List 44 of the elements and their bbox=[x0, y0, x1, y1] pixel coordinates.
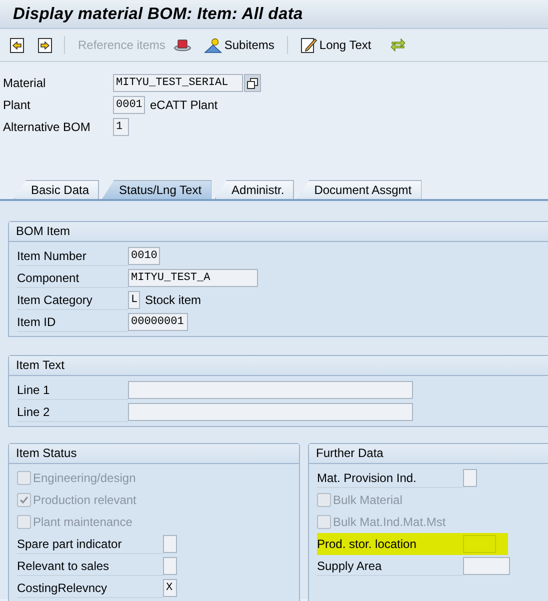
input-field[interactable]: 1 bbox=[113, 118, 129, 136]
input-field[interactable]: L bbox=[128, 291, 140, 309]
field-description: eCATT Plant bbox=[150, 98, 218, 112]
input-field[interactable] bbox=[463, 557, 510, 575]
hat-icon[interactable] bbox=[174, 39, 192, 51]
input-field[interactable] bbox=[128, 381, 413, 399]
input-field[interactable] bbox=[463, 469, 477, 487]
input-field[interactable]: 0010 bbox=[128, 247, 160, 265]
switch-arrows-icon[interactable] bbox=[390, 38, 406, 52]
field-description: Stock item bbox=[145, 293, 202, 307]
input-field[interactable]: MITYU_TEST_SERIAL bbox=[113, 74, 243, 92]
input-field[interactable]: 00000001 bbox=[128, 313, 188, 331]
input-field[interactable]: MITYU_TEST_A bbox=[128, 269, 258, 287]
checkbox-label: Plant maintenance bbox=[33, 514, 132, 530]
tab[interactable]: Document Assgmt bbox=[297, 180, 422, 199]
input-field[interactable]: 0001 bbox=[113, 96, 145, 114]
tab[interactable]: Status/Lng Text bbox=[102, 180, 212, 199]
input-field[interactable] bbox=[163, 557, 177, 575]
toolbar-button[interactable]: Long Text bbox=[300, 35, 372, 55]
person-icon bbox=[204, 38, 222, 52]
window-title: Display material BOM: Item: All data bbox=[13, 4, 303, 24]
tab[interactable]: Basic Data bbox=[14, 180, 100, 199]
field-label: Alternative BOM bbox=[3, 118, 92, 136]
next-page-icon[interactable] bbox=[38, 38, 52, 52]
group-title: BOM Item bbox=[9, 222, 548, 242]
checkmark-icon bbox=[19, 495, 29, 505]
field-label: Plant bbox=[3, 96, 32, 114]
input-field[interactable] bbox=[163, 535, 177, 553]
input-field[interactable]: X bbox=[163, 579, 177, 597]
copy-icon[interactable] bbox=[244, 74, 261, 92]
toolbar-button[interactable]: Subitems bbox=[203, 36, 276, 54]
tab[interactable]: Administr. bbox=[214, 180, 294, 199]
checkbox-label: Engineering/design bbox=[33, 470, 136, 486]
pencil-document-icon bbox=[301, 37, 318, 53]
checkbox-label: Production relevant bbox=[33, 492, 136, 508]
group-title: Item Text bbox=[9, 356, 548, 376]
previous-page-icon[interactable] bbox=[10, 38, 24, 52]
group-title: Further Data bbox=[309, 444, 548, 464]
field-label: Prod. stor. location bbox=[317, 533, 463, 555]
group-title: Item Status bbox=[9, 444, 299, 464]
checkbox-label: Bulk Material bbox=[333, 492, 402, 508]
field-label: Material bbox=[3, 74, 47, 92]
checkbox-label: Bulk Mat.Ind.Mat.Mst bbox=[333, 514, 446, 530]
input-field[interactable] bbox=[128, 403, 413, 421]
